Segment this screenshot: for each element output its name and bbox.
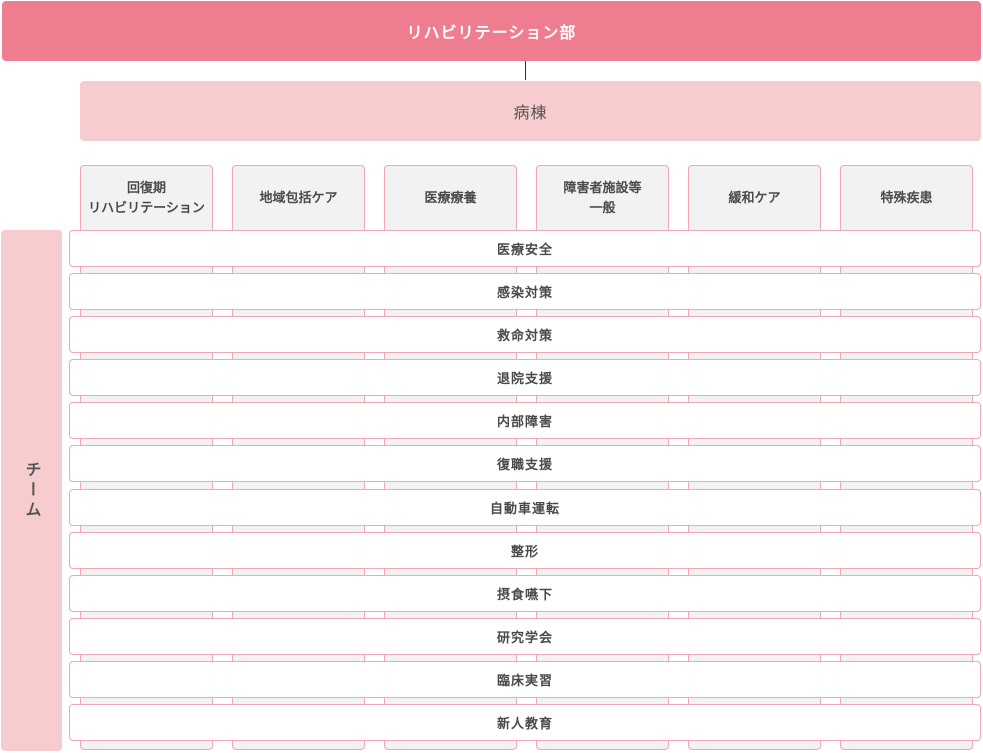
team-row-label: 整形 <box>510 545 539 560</box>
team-row-kansen-taisaku: 感染対策 <box>69 273 981 310</box>
team-row-label: 自動車運転 <box>489 502 560 517</box>
team-row-label: 摂食嚥下 <box>496 588 553 603</box>
team-row-kyuumei-taisaku: 救命対策 <box>69 316 981 353</box>
ward-column-label: 障害者施設等 一般 <box>563 181 642 216</box>
ward-column-label: 緩和ケア <box>728 191 781 206</box>
team-row-naibu-shougai: 内部障害 <box>69 402 981 439</box>
team-row-label: 退院支援 <box>496 372 553 387</box>
ward-column-label: 特殊疾患 <box>880 191 933 206</box>
ward-label: 病棟 <box>513 103 548 122</box>
team-row-label: 復職支援 <box>496 458 553 473</box>
team-row-taiin-shien: 退院支援 <box>69 359 981 396</box>
ward-box: 病棟 <box>80 81 981 141</box>
team-row-label: 新人教育 <box>496 717 553 732</box>
ward-column-label: 地域包括ケア <box>259 191 338 206</box>
ward-column-label: 医療療養 <box>424 191 477 206</box>
department-header: リハビリテーション部 <box>2 1 981 61</box>
team-row-seikei: 整形 <box>69 532 981 569</box>
department-title: リハビリテーション部 <box>406 23 577 42</box>
team-label-box: チーム <box>1 230 62 751</box>
team-row-kenkyuu-gakkai: 研究学会 <box>69 618 981 655</box>
team-row-jidousha-unten: 自動車運転 <box>69 489 981 526</box>
team-row-sesshoku-enge: 摂食嚥下 <box>69 575 981 612</box>
ward-column-label: 回復期 リハビリテーション <box>88 181 205 216</box>
team-row-shinjin-kyouiku: 新人教育 <box>69 704 981 741</box>
team-row-label: 内部障害 <box>496 415 553 430</box>
connector-line <box>525 61 526 80</box>
team-row-label: 救命対策 <box>496 329 553 344</box>
team-row-rinshou-jisshuu: 臨床実習 <box>69 661 981 698</box>
team-row-label: 臨床実習 <box>496 674 553 689</box>
team-row-label: 研究学会 <box>496 631 553 646</box>
team-label: チーム <box>22 460 42 521</box>
team-row-iryou-anzen: 医療安全 <box>69 230 981 267</box>
team-row-label: 医療安全 <box>496 243 553 258</box>
team-row-label: 感染対策 <box>496 286 553 301</box>
team-row-fukushoku-shien: 復職支援 <box>69 445 981 482</box>
